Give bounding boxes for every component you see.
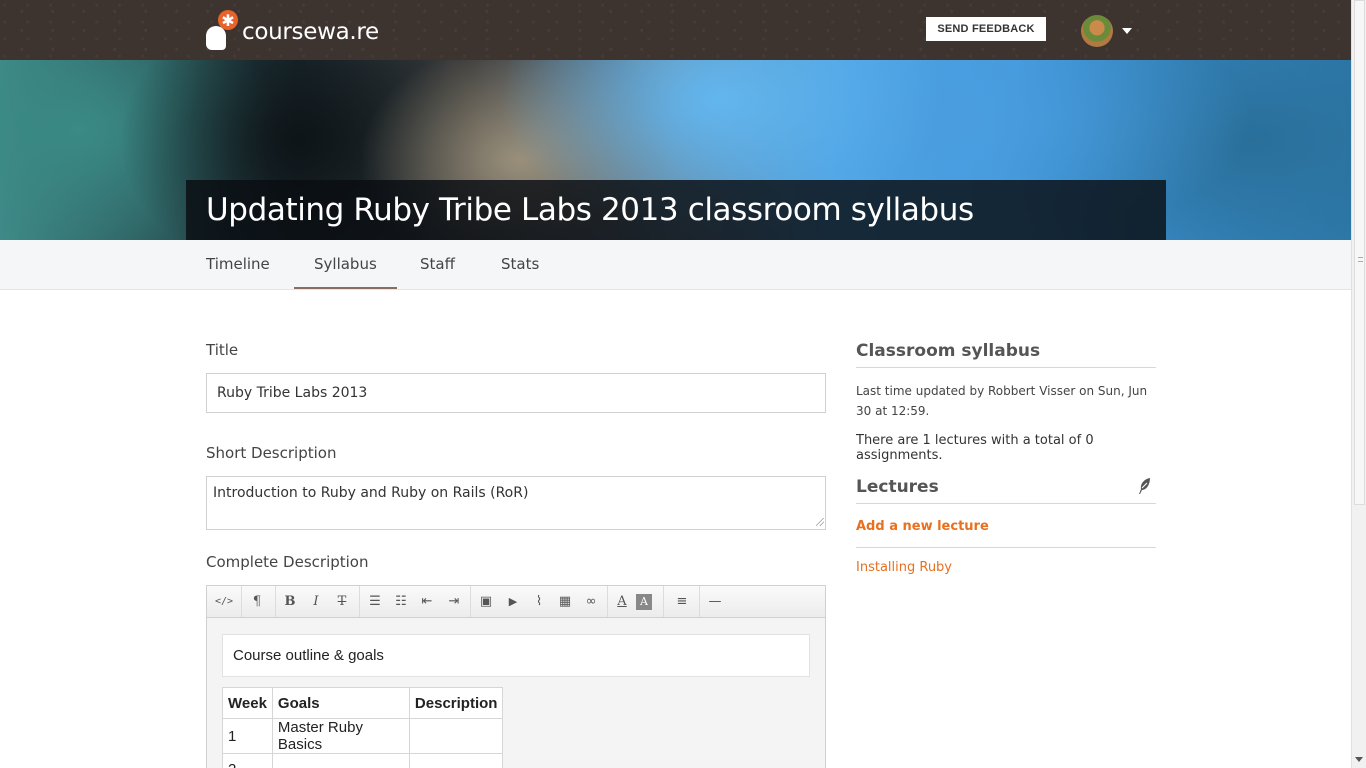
rich-text-editor: </> ¶ B I T ☰ ☷ ⇤ ⇥ ▣ ▶ ⌇ ▦ ∞ A A ≡ — Co… [206,585,826,768]
short-description-field[interactable]: Introduction to Ruby and Ruby on Rails (… [206,476,826,530]
ordered-list-icon[interactable]: ☷ [389,590,413,614]
scroll-thumb[interactable] [1354,0,1365,505]
indent-icon[interactable]: ⇥ [442,590,466,614]
syllabus-table[interactable]: Week Goals Description 1 Master Ruby Bas… [222,687,504,768]
complete-description-label: Complete Description [206,553,369,571]
unordered-list-icon[interactable]: ☰ [363,590,387,614]
strikethrough-icon[interactable]: T [330,590,354,614]
background-color-icon[interactable]: A [636,594,652,610]
tab-syllabus[interactable]: Syllabus [294,240,397,289]
link-icon[interactable]: ∞ [579,590,603,614]
file-attach-icon[interactable]: ⌇ [527,590,551,614]
tab-staff[interactable]: Staff [400,240,475,289]
tab-stats[interactable]: Stats [481,240,559,289]
table-cell[interactable] [271,753,410,768]
table-icon[interactable]: ▦ [553,590,577,614]
table-header-goals[interactable]: Goals [271,687,410,719]
table-cell[interactable]: 1 [222,718,273,754]
table-cell[interactable]: 2 [222,753,273,768]
quill-icon[interactable] [1136,477,1152,495]
html-source-icon[interactable]: </> [212,590,236,614]
syllabus-heading: Classroom syllabus [856,341,1156,368]
editor-heading-block[interactable]: Course outline & goals [222,634,810,677]
lecture-link-installing-ruby[interactable]: Installing Ruby [856,560,952,575]
course-tabs: Timeline Syllabus Staff Stats [0,240,1351,290]
grip-icon [1358,257,1363,262]
title-label: Title [206,341,239,359]
bold-icon[interactable]: B [278,590,302,614]
paragraph-format-icon[interactable]: ¶ [245,590,269,614]
editor-content[interactable]: Course outline & goals Week Goals Descri… [207,619,825,768]
user-avatar[interactable] [1081,15,1113,47]
page-title: Updating Ruby Tribe Labs 2013 classroom … [206,192,974,228]
resize-handle-icon[interactable] [816,518,824,526]
page-scrollbar[interactable] [1351,0,1366,768]
scroll-down-arrow-icon[interactable] [1355,757,1363,762]
logo-icon: ✱ [206,10,238,50]
table-cell[interactable] [408,718,504,754]
table-header-week[interactable]: Week [222,687,273,719]
image-icon[interactable]: ▣ [474,590,498,614]
short-description-label: Short Description [206,444,337,462]
outdent-icon[interactable]: ⇤ [415,590,439,614]
horizontal-rule-icon[interactable]: — [703,590,727,614]
lecture-count-text: There are 1 lectures with a total of 0 a… [856,433,1094,463]
tab-timeline[interactable]: Timeline [186,240,290,289]
logo-text: coursewa.re [242,19,379,45]
table-header-description[interactable]: Description [408,687,504,719]
video-icon[interactable]: ▶ [501,590,525,614]
table-cell[interactable] [408,753,504,768]
editor-toolbar: </> ¶ B I T ☰ ☷ ⇤ ⇥ ▣ ▶ ⌇ ▦ ∞ A A ≡ — [207,586,825,618]
site-logo[interactable]: ✱ coursewa.re [206,10,379,50]
title-field[interactable] [206,373,826,413]
italic-icon[interactable]: I [304,590,328,614]
send-feedback-button[interactable]: SEND FEEDBACK [926,17,1046,41]
alignment-icon[interactable]: ≡ [670,590,694,614]
table-row[interactable]: 2 [222,753,504,768]
lectures-heading: Lectures [856,477,1156,504]
table-cell[interactable]: Master Ruby Basics [271,718,410,754]
add-lecture-link[interactable]: Add a new lecture [856,519,1156,548]
last-updated-text: Last time updated by Robbert Visser on S… [856,384,1148,418]
course-banner: Updating Ruby Tribe Labs 2013 classroom … [0,60,1351,240]
font-color-icon[interactable]: A [610,590,634,614]
table-row[interactable]: 1 Master Ruby Basics [222,718,504,754]
top-navbar: ✱ coursewa.re SEND FEEDBACK [0,0,1351,60]
title-bar: Updating Ruby Tribe Labs 2013 classroom … [186,180,1166,240]
chevron-down-icon[interactable] [1122,28,1132,34]
